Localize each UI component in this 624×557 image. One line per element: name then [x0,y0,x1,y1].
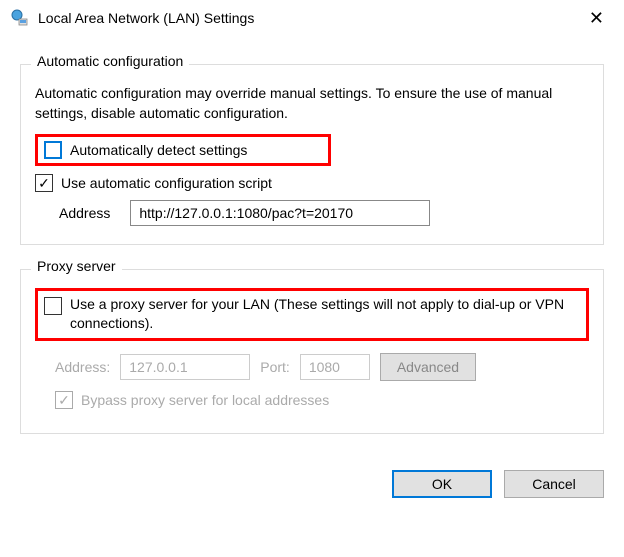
proxy-legend: Proxy server [31,258,122,274]
use-script-checkbox[interactable] [35,174,53,192]
use-proxy-label: Use a proxy server for your LAN (These s… [70,295,580,334]
titlebar: Local Area Network (LAN) Settings ✕ [0,0,624,36]
ok-button[interactable]: OK [392,470,492,498]
use-proxy-checkbox[interactable] [44,297,62,315]
proxy-address-input[interactable] [120,354,250,380]
proxy-address-label: Address: [55,359,110,375]
auto-detect-row: Automatically detect settings [35,134,331,166]
bypass-row: Bypass proxy server for local addresses [55,391,589,409]
auto-detect-label: Automatically detect settings [70,142,247,158]
window-title: Local Area Network (LAN) Settings [38,10,579,26]
proxy-group: Proxy server Use a proxy server for your… [20,269,604,434]
advanced-button[interactable]: Advanced [380,353,476,381]
proxy-address-row: Address: Port: Advanced [55,353,589,381]
proxy-port-input[interactable] [300,354,370,380]
script-address-label: Address [59,205,110,221]
cancel-button[interactable]: Cancel [504,470,604,498]
use-script-row: Use automatic configuration script [35,174,589,192]
auto-config-group: Automatic configuration Automatic config… [20,64,604,245]
close-icon[interactable]: ✕ [579,8,614,29]
auto-detect-checkbox[interactable] [44,141,62,159]
auto-config-description: Automatic configuration may override man… [35,83,589,124]
app-icon [10,8,30,28]
proxy-port-label: Port: [260,359,290,375]
bypass-label: Bypass proxy server for local addresses [81,392,329,408]
script-address-input[interactable] [130,200,430,226]
use-script-label: Use automatic configuration script [61,175,272,191]
dialog-footer: OK Cancel [0,458,624,516]
use-proxy-row: Use a proxy server for your LAN (These s… [35,288,589,341]
bypass-checkbox[interactable] [55,391,73,409]
dialog-content: Automatic configuration Automatic config… [0,36,624,434]
script-address-row: Address [59,200,589,226]
auto-config-legend: Automatic configuration [31,53,189,69]
